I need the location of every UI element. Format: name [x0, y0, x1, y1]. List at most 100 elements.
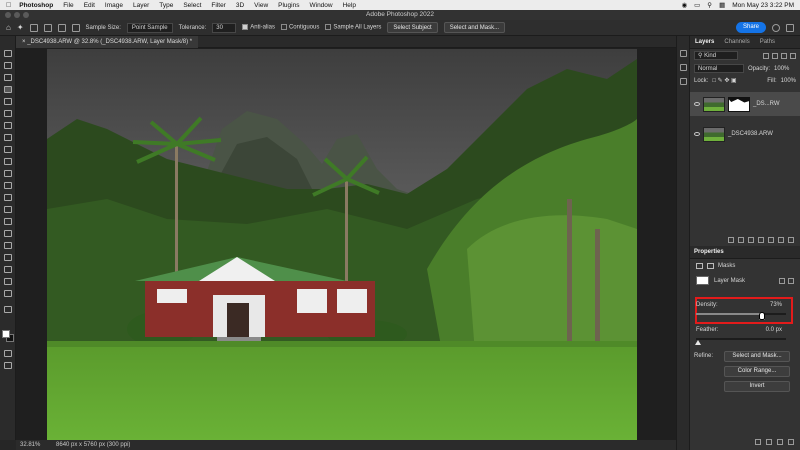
dodge-tool-icon[interactable]	[4, 218, 12, 225]
tolerance-input[interactable]: 30	[212, 22, 237, 33]
load-selection-icon[interactable]	[755, 439, 761, 445]
layer-name[interactable]: _DS...RW	[753, 101, 780, 107]
wifi-icon[interactable]: ◉	[681, 1, 687, 9]
menu-edit[interactable]: Edit	[84, 2, 95, 9]
trash-icon[interactable]	[788, 439, 794, 445]
pen-tool-icon[interactable]	[4, 230, 12, 237]
add-vector-mask-icon[interactable]	[788, 277, 794, 284]
home-icon[interactable]: ⌂	[6, 23, 11, 32]
trash-icon[interactable]	[788, 237, 794, 243]
eyedropper-tool-icon[interactable]	[4, 122, 12, 129]
rectangle-tool-icon[interactable]	[4, 266, 12, 273]
invert-button[interactable]: Invert	[724, 381, 790, 392]
share-button[interactable]: Share	[735, 22, 766, 33]
search-icon[interactable]: ⚲	[707, 1, 712, 9]
adjustment-filter-icon[interactable]	[772, 52, 778, 59]
battery-icon[interactable]: ▭	[694, 1, 700, 9]
shape-filter-icon[interactable]	[790, 52, 796, 59]
more-tools-icon[interactable]	[4, 306, 12, 313]
intersect-selection-icon[interactable]	[71, 23, 80, 32]
foreground-color-swatch[interactable]	[2, 330, 10, 338]
hand-tool-icon[interactable]	[4, 278, 12, 285]
color-range-button[interactable]: Color Range...	[724, 366, 790, 377]
menu-help[interactable]: Help	[343, 2, 356, 9]
layer-style-icon[interactable]	[738, 237, 744, 243]
select-and-mask-button[interactable]: Select and Mask...	[724, 351, 790, 362]
menu-select[interactable]: Select	[183, 2, 201, 9]
menu-layer[interactable]: Layer	[133, 2, 149, 9]
add-selection-icon[interactable]	[43, 23, 52, 32]
adjustments-panel-icon[interactable]	[680, 64, 687, 71]
anti-alias-checkbox[interactable]	[242, 24, 249, 31]
new-selection-icon[interactable]	[29, 23, 38, 32]
menu-clock[interactable]: Mon May 23 3:22 PM	[732, 2, 794, 9]
new-layer-icon[interactable]	[778, 237, 784, 243]
adjustment-layer-icon[interactable]	[758, 237, 764, 243]
move-tool-icon[interactable]	[4, 50, 12, 57]
menu-image[interactable]: Image	[105, 2, 123, 9]
quick-mask-icon[interactable]	[4, 350, 12, 357]
layer-thumbnail[interactable]	[703, 96, 725, 112]
layer-row-masked[interactable]: _DS...RW	[690, 92, 800, 116]
zoom-tool-icon[interactable]	[4, 290, 12, 297]
lock-icons[interactable]: □ ✎ ✥ ▣	[712, 77, 736, 84]
document-tab[interactable]: × _DSC4938.ARW @ 32.8% (_DSC4938.ARW, La…	[16, 36, 199, 48]
menu-file[interactable]: File	[63, 2, 73, 9]
opacity-input[interactable]: 100%	[774, 66, 789, 72]
menu-type[interactable]: Type	[159, 2, 173, 9]
feather-value[interactable]: 0.0 px	[766, 327, 782, 333]
photo-canvas[interactable]	[47, 49, 637, 441]
minimize-window-icon[interactable]	[14, 12, 20, 18]
layer-mask-thumbnail[interactable]	[728, 96, 750, 112]
eraser-tool-icon[interactable]	[4, 182, 12, 189]
menu-window[interactable]: Window	[309, 2, 332, 9]
frame-tool-icon[interactable]	[4, 110, 12, 117]
tab-channels[interactable]: Channels	[719, 39, 754, 45]
screen-mode-icon[interactable]	[4, 362, 12, 369]
healing-brush-tool-icon[interactable]	[4, 134, 12, 141]
workspace-icon[interactable]	[786, 23, 794, 32]
crop-tool-icon[interactable]	[4, 98, 12, 105]
layer-row-background[interactable]: _DSC4938.ARW	[690, 122, 800, 146]
blur-tool-icon[interactable]	[4, 206, 12, 213]
kind-filter-select[interactable]: ⚲ Kind	[694, 51, 738, 60]
density-value[interactable]: 73%	[770, 302, 782, 308]
menu-3d[interactable]: 3D	[236, 2, 244, 9]
select-and-mask-button[interactable]: Select and Mask...	[443, 22, 506, 33]
apply-mask-icon[interactable]	[766, 439, 772, 445]
add-mask-icon[interactable]	[748, 237, 754, 243]
anti-alias-option[interactable]: Anti-alias	[242, 24, 275, 31]
visibility-eye-icon[interactable]	[694, 102, 700, 106]
blend-mode-select[interactable]: Normal	[694, 64, 744, 73]
document-dimensions[interactable]: 8640 px x 5760 px (300 ppi)	[56, 442, 130, 448]
group-icon[interactable]	[768, 237, 774, 243]
tab-paths[interactable]: Paths	[755, 39, 780, 45]
sample-size-select[interactable]: Point Sample	[126, 22, 173, 33]
visibility-eye-icon[interactable]	[694, 132, 700, 136]
select-subject-button[interactable]: Select Subject	[387, 22, 438, 33]
contiguous-checkbox[interactable]	[280, 24, 287, 31]
history-brush-tool-icon[interactable]	[4, 170, 12, 177]
canvas-area[interactable]	[16, 48, 676, 441]
layer-name[interactable]: _DSC4938.ARW	[728, 131, 773, 137]
control-center-icon[interactable]: ▦	[719, 1, 725, 9]
feather-slider[interactable]	[696, 338, 786, 340]
fill-input[interactable]: 100%	[781, 78, 796, 84]
lasso-tool-icon[interactable]	[4, 74, 12, 81]
menu-filter[interactable]: Filter	[211, 2, 225, 9]
subtract-selection-icon[interactable]	[57, 23, 66, 32]
select-pixel-mask-icon[interactable]	[779, 277, 785, 284]
pixel-filter-icon[interactable]	[763, 52, 769, 59]
sample-all-layers-checkbox[interactable]	[325, 24, 332, 31]
gradient-tool-icon[interactable]	[4, 194, 12, 201]
history-panel-icon[interactable]	[680, 50, 687, 57]
close-tab-icon[interactable]: ×	[22, 39, 26, 45]
sample-all-layers-option[interactable]: Sample All Layers	[325, 24, 381, 31]
zoom-level[interactable]: 32.81%	[20, 442, 40, 448]
contiguous-option[interactable]: Contiguous	[280, 24, 319, 31]
menu-view[interactable]: View	[254, 2, 268, 9]
clone-stamp-tool-icon[interactable]	[4, 158, 12, 165]
search-icon[interactable]	[772, 23, 780, 32]
zoom-window-icon[interactable]	[23, 12, 29, 18]
magic-wand-tool-icon[interactable]: ✦	[17, 23, 24, 32]
